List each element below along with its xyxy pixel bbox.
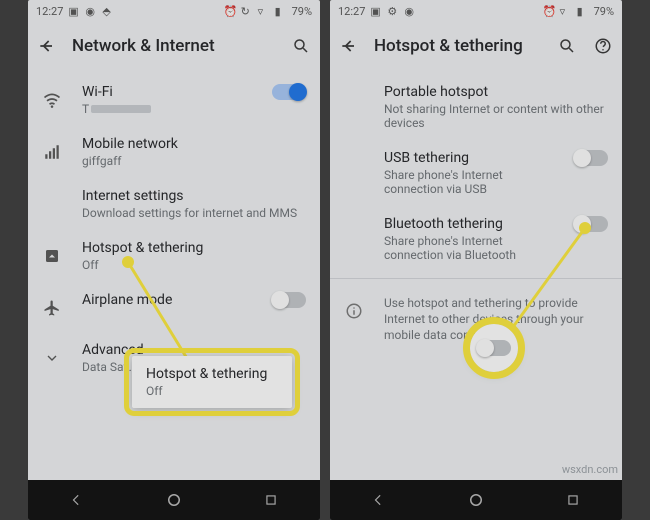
usb-toggle[interactable]: [574, 150, 608, 166]
help-button[interactable]: [592, 35, 614, 57]
back-button[interactable]: [36, 35, 58, 57]
item-label: Internet settings: [82, 188, 306, 204]
status-battery: 79%: [292, 5, 312, 18]
status-battery: 79%: [594, 5, 614, 18]
item-sub: Off: [82, 258, 306, 272]
bluetooth-toggle[interactable]: [574, 216, 608, 232]
item-usb-tethering[interactable]: USB tethering Share phone's Internet con…: [330, 140, 622, 206]
status-bar: 12:27 ▣ ⚙ ◉ ⏰ ▿ ▮ 79%: [330, 0, 622, 22]
wifi-toggle[interactable]: [272, 84, 306, 100]
callout-hotspot: Hotspot & tethering Off: [132, 356, 292, 408]
search-button[interactable]: [290, 35, 312, 57]
item-label: USB tethering: [384, 150, 556, 166]
nav-back[interactable]: [368, 489, 390, 511]
wifi-icon: ▿: [560, 5, 572, 17]
nav-recent[interactable]: [260, 489, 282, 511]
bulb-icon: ⚙: [387, 5, 399, 17]
item-sub: Download settings for internet and MMS: [82, 206, 306, 220]
item-wifi[interactable]: Wi-Fi T: [28, 74, 320, 126]
app-bar: Network & Internet: [28, 22, 320, 70]
item-hotspot[interactable]: Hotspot & tethering Off: [28, 230, 320, 282]
status-bar: 12:27 ▣ ◉ ⬘ ⏰ ↻ ▿ ▮ 79%: [28, 0, 320, 22]
nav-home[interactable]: [465, 489, 487, 511]
nav-bar: [28, 480, 320, 520]
airplane-icon: [38, 294, 66, 322]
settings-list: Wi-Fi T Mobile network giffgaff Internet…: [28, 70, 320, 388]
callout-switch: [470, 324, 518, 372]
item-label: Portable hotspot: [384, 84, 608, 100]
airplane-toggle[interactable]: [272, 292, 306, 308]
search-button[interactable]: [556, 35, 578, 57]
sync-icon: ↻: [241, 5, 253, 17]
info-icon: [340, 297, 368, 325]
item-label: Hotspot & tethering: [82, 240, 306, 256]
signal-icon: ▮: [577, 5, 589, 17]
signal-icon: ▮: [275, 5, 287, 17]
divider: [330, 278, 622, 279]
alarm-icon: ⏰: [543, 5, 555, 17]
settings-dot-icon: ◉: [404, 5, 416, 17]
page-title: Network & Internet: [72, 36, 276, 56]
phone-left: 12:27 ▣ ◉ ⬘ ⏰ ↻ ▿ ▮ 79% Network & Intern…: [28, 0, 320, 520]
page-title: Hotspot & tethering: [374, 36, 542, 56]
status-time: 12:27: [36, 5, 63, 18]
image-icon: ▣: [68, 5, 80, 17]
item-label: Airplane mode: [82, 292, 254, 308]
nav-home[interactable]: [163, 489, 185, 511]
callout-label: Hotspot & tethering: [146, 366, 278, 382]
item-label: Wi-Fi: [82, 84, 254, 100]
item-sub: Share phone's Internet connection via US…: [384, 168, 556, 196]
nav-recent[interactable]: [562, 489, 584, 511]
wifi-icon: [38, 86, 66, 114]
item-sub: Share phone's Internet connection via Bl…: [384, 234, 556, 262]
wifi-icon: ▿: [258, 5, 270, 17]
watermark: wsxdn.com: [562, 463, 618, 476]
item-label: Mobile network: [82, 136, 306, 152]
item-mobile-network[interactable]: Mobile network giffgaff: [28, 126, 320, 178]
settings-dot-icon: ◉: [85, 5, 97, 17]
pin-icon: ⬘: [102, 5, 114, 17]
item-bluetooth-tethering[interactable]: Bluetooth tethering Share phone's Intern…: [330, 206, 622, 272]
nav-bar: [330, 480, 622, 520]
hotspot-icon: [38, 242, 66, 270]
status-time: 12:27: [338, 5, 365, 18]
item-internet-settings[interactable]: Internet settings Download settings for …: [28, 178, 320, 230]
item-sub: T: [82, 102, 254, 116]
item-sub: Not sharing Internet or content with oth…: [384, 102, 608, 130]
nav-back[interactable]: [66, 489, 88, 511]
phone-right: 12:27 ▣ ⚙ ◉ ⏰ ▿ ▮ 79% Hotspot & tetherin…: [330, 0, 622, 520]
item-portable-hotspot[interactable]: Portable hotspot Not sharing Internet or…: [330, 74, 622, 140]
callout-sub: Off: [146, 384, 278, 398]
settings-list: Portable hotspot Not sharing Internet or…: [330, 70, 622, 358]
callout-toggle[interactable]: [477, 340, 511, 356]
item-label: Bluetooth tethering: [384, 216, 556, 232]
item-sub: giffgaff: [82, 154, 306, 168]
chevron-down-icon: [38, 344, 66, 372]
alarm-icon: ⏰: [224, 5, 236, 17]
app-bar: Hotspot & tethering: [330, 22, 622, 70]
item-airplane-mode[interactable]: Airplane mode: [28, 282, 320, 332]
back-button[interactable]: [338, 35, 360, 57]
image-icon: ▣: [370, 5, 382, 17]
signal-bars-icon: [38, 138, 66, 166]
